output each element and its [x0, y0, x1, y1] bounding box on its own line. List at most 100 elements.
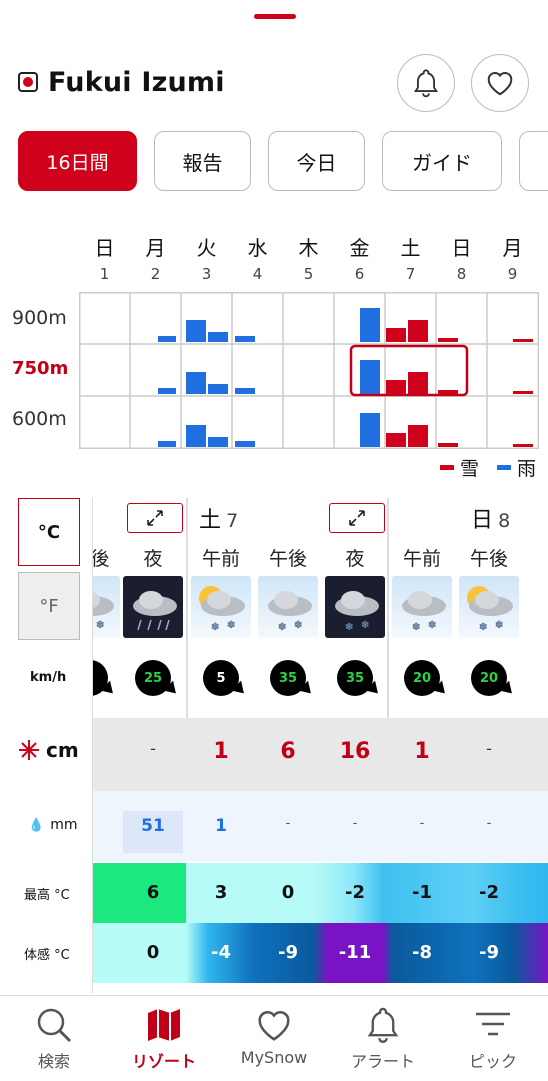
tab-more[interactable]: [519, 131, 548, 191]
day-name: 月: [502, 236, 523, 260]
expand-button[interactable]: [329, 503, 385, 533]
snow-unit-text: cm: [46, 738, 79, 762]
feels-like-label: 体感 °C: [24, 948, 70, 963]
tab-report[interactable]: 報告: [154, 131, 251, 191]
day-name: 金: [349, 236, 370, 260]
tab-16-day[interactable]: 16日間: [18, 131, 137, 191]
wind-unit-label: km/h: [30, 670, 67, 685]
precip-bar: [208, 384, 228, 394]
filter-icon: [476, 1012, 510, 1036]
rain-amount: -: [419, 816, 425, 831]
day-number: 8: [456, 265, 467, 283]
snow-weather-icon: ❄❄: [459, 576, 519, 638]
bottom-nav: 検索 リゾート MySnow アラート ピック: [0, 995, 548, 1081]
svg-text:❄: ❄: [361, 620, 369, 631]
expand-icon: [349, 510, 365, 526]
precip-bar: [438, 390, 458, 394]
precip-bar: [235, 441, 255, 447]
precip-bar: [235, 336, 255, 342]
precip-bar: [158, 336, 176, 342]
precip-bar: [438, 338, 458, 342]
snowflake-icon: [19, 740, 39, 760]
rain-weather-icon: [123, 576, 183, 638]
favorite-button[interactable]: [471, 54, 529, 112]
day-name: 木: [298, 236, 319, 260]
day-name: 日: [451, 236, 472, 260]
day-number: 2: [150, 265, 161, 283]
day-number: 7: [405, 265, 416, 283]
forecast-table[interactable]: 土 7 日 8 後 夜 午前 午後 夜 午前 午後 ❄❄❄❄❄❄❄❄❄❄❄❄ 2…: [92, 498, 548, 993]
rain-swatch: [496, 465, 511, 470]
svg-text:❄: ❄: [96, 620, 104, 631]
expand-icon: [147, 510, 163, 526]
day-number: 3: [201, 265, 212, 283]
rain-amount: 51: [141, 816, 165, 836]
precip-bar: [386, 433, 406, 447]
rain-amount: -: [352, 816, 358, 831]
alert-bell-button[interactable]: [397, 54, 455, 112]
heart-icon: [258, 1011, 290, 1041]
legend-snow-label: 雪: [459, 458, 479, 480]
max-temp: -1: [412, 882, 432, 903]
precip-bar: [158, 388, 176, 394]
precip-altitude-grid[interactable]: [79, 292, 539, 449]
feels-like-temp: -8: [412, 942, 432, 963]
precip-bar: [408, 320, 428, 342]
feels-like-temp: 0: [146, 942, 160, 963]
tab-today[interactable]: 今日: [268, 131, 365, 191]
tab-guide[interactable]: ガイド: [382, 131, 502, 191]
svg-text:❄: ❄: [227, 620, 235, 631]
rain-unit-label: 💧 mm: [28, 817, 77, 833]
period-label: 午後: [469, 548, 508, 570]
max-temp: 3: [214, 882, 228, 903]
search-icon: [37, 1008, 72, 1043]
celsius-button[interactable]: °C: [18, 498, 80, 566]
heart-icon: [487, 71, 513, 96]
nav-picks[interactable]: ピック: [443, 996, 543, 1072]
snow-swatch: [439, 465, 454, 470]
day-name: 土: [400, 236, 421, 260]
precip-bar: [360, 360, 380, 394]
rain-unit-text: mm: [50, 817, 78, 833]
altitude-label-bottom: 600m: [12, 408, 67, 430]
rain-amount: -: [285, 816, 291, 831]
snow-weather-icon: ❄❄: [325, 576, 385, 638]
svg-text:❄: ❄: [412, 622, 420, 633]
svg-text:❄: ❄: [479, 622, 487, 633]
expand-button[interactable]: [127, 503, 183, 533]
drag-handle[interactable]: [254, 14, 296, 19]
altitude-label-mid[interactable]: 750m: [12, 358, 68, 379]
snow-amount: 16: [339, 739, 371, 764]
precip-bar: [360, 308, 380, 342]
max-temp-label: 最高 °C: [24, 888, 70, 903]
resort-header: Fukui Izumi: [18, 62, 225, 102]
period-label: 午前: [402, 548, 441, 570]
japan-flag-icon: [18, 72, 38, 92]
snow-weather-icon: ❄❄: [191, 576, 251, 638]
snow-amount: -: [150, 739, 156, 758]
precip-bar: [386, 328, 406, 342]
resort-title: Fukui Izumi: [48, 66, 225, 98]
precip-bar: [513, 444, 533, 447]
nav-resorts[interactable]: リゾート: [114, 996, 214, 1072]
precip-bar: [386, 380, 406, 394]
feels-like-temp: -11: [338, 942, 372, 963]
snow-amount: 6: [280, 739, 296, 764]
period-label: 夜: [345, 548, 365, 570]
nav-alerts[interactable]: アラート: [333, 996, 433, 1072]
precip-bar: [158, 441, 176, 447]
precip-bar: [235, 388, 255, 394]
bell-icon: [367, 1007, 399, 1043]
rain-amount: 1: [215, 816, 227, 836]
fahrenheit-button[interactable]: °F: [18, 572, 80, 640]
nav-search[interactable]: 検索: [4, 996, 104, 1072]
precip-bar: [186, 425, 206, 447]
max-temp: -2: [479, 882, 499, 903]
nav-mysnow[interactable]: MySnow: [224, 996, 324, 1067]
snow-weather-icon: ❄❄: [258, 576, 318, 638]
svg-text:❄: ❄: [345, 622, 353, 633]
period-label: 夜: [143, 548, 163, 570]
svg-text:❄: ❄: [495, 620, 503, 631]
max-temp: 0: [281, 882, 295, 903]
snow-amount: 1: [414, 739, 430, 764]
